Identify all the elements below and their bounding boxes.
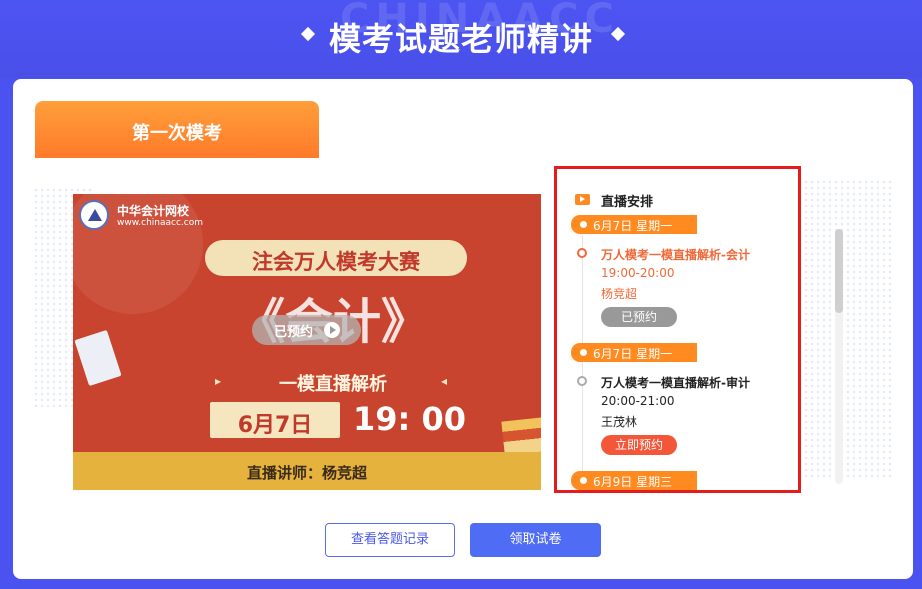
paper-decoration [74, 329, 122, 387]
poster-date-box: 6月7日 [210, 402, 340, 438]
tab-label: 第一次模考 [132, 123, 222, 144]
date-tag: 6月7日 星期一 [571, 215, 697, 234]
school-logo-name: 中华会计网校 [117, 204, 190, 218]
get-paper-button[interactable]: 领取试卷 [470, 523, 601, 557]
poster-subtitle: 一模直播解析 [279, 374, 387, 395]
play-icon [324, 322, 340, 338]
session-title[interactable]: 万人模考一模直播解析-审计 [601, 374, 750, 391]
poster-footer: 直播讲师：杨竞超 [73, 452, 541, 490]
date-dot-icon [580, 221, 587, 228]
schedule-title: 直播安排 [601, 195, 654, 210]
poster-date: 6月7日 [237, 413, 313, 438]
timeline-dot-active [577, 248, 587, 258]
books-decoration [501, 416, 541, 456]
tab-first-mock-exam[interactable]: 第一次模考 [35, 101, 319, 158]
school-logo-url: www.chinaacc.com [117, 218, 203, 228]
poster-headline-ribbon: 注会万人模考大赛 [205, 240, 467, 276]
live-poster[interactable]: 中华会计网校 www.chinaacc.com 注会万人模考大赛 《会计》 ▸ … [73, 194, 541, 490]
poster-lecturer: 直播讲师：杨竞超 [246, 464, 367, 482]
dot-pattern-decoration [803, 179, 893, 479]
date-tag: 6月7日 星期一 [571, 343, 697, 362]
poster-headline: 注会万人模考大赛 [252, 250, 420, 274]
content-card: 第一次模考 中华会计网校 www.chinaacc.com 注会万人模考大赛 《… [13, 79, 913, 579]
scrollbar-thumb[interactable] [835, 229, 843, 313]
live-schedule-panel: 直播安排 6月7日 星期一 万人模考一模直播解析-会计 19:00-20:00 … [554, 166, 801, 493]
session-teacher: 王茂林 [601, 415, 638, 429]
session-time: 20:00-21:00 [601, 394, 675, 408]
session-time: 19:00-20:00 [601, 266, 675, 280]
date-tag-label: 6月7日 星期一 [593, 219, 673, 233]
poster-time: 19: 00 [353, 400, 466, 438]
page-title: 模考试题老师精讲 [328, 20, 593, 58]
school-logo-icon [79, 200, 109, 230]
timeline-dot [577, 376, 587, 386]
reserved-button[interactable]: 已预约 [252, 315, 361, 345]
reserved-status-button[interactable]: 已预约 [601, 307, 677, 327]
page-banner: CHINAACC 模考试题老师精讲 [0, 0, 922, 78]
reserved-button-label: 已预约 [274, 325, 314, 340]
date-tag-label: 6月7日 星期一 [593, 347, 673, 361]
session-teacher: 杨竞超 [601, 287, 638, 301]
date-dot-icon [580, 477, 587, 484]
live-tv-icon [575, 194, 590, 205]
session-title[interactable]: 万人模考一模直播解析-会计 [601, 246, 750, 263]
schedule-scrollbar[interactable] [835, 229, 843, 484]
date-tag: 6月9日 星期三 [571, 471, 697, 490]
arrow-left-icon: ◂ [441, 374, 448, 388]
reserve-now-button[interactable]: 立即预约 [601, 435, 677, 455]
date-tag-label: 6月9日 星期三 [593, 475, 673, 489]
view-records-button[interactable]: 查看答题记录 [325, 523, 455, 557]
date-dot-icon [580, 349, 587, 356]
